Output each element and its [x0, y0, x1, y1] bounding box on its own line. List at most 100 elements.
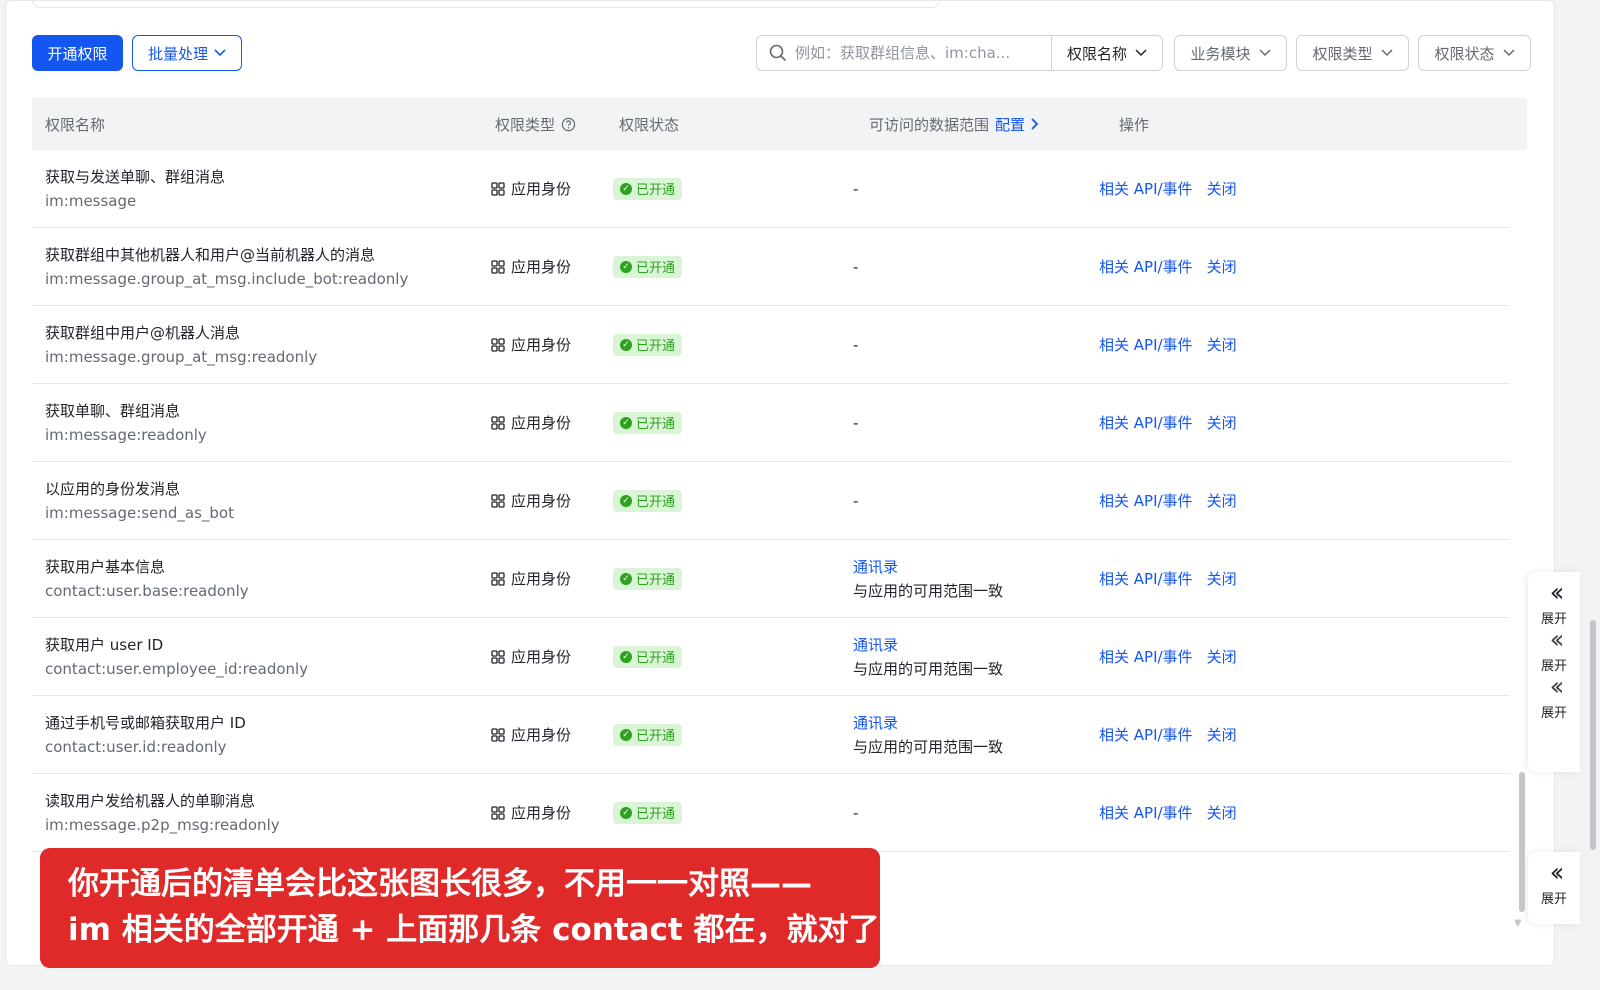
check-circle-icon: ✓ [620, 572, 632, 585]
related-api-link[interactable]: 相关 API/事件 [1099, 178, 1193, 199]
side-expand-tab-bottom[interactable]: ‹‹ 展开 [1528, 852, 1580, 924]
permission-status-cell: ✓ 已开通 [613, 384, 683, 461]
app-grid-icon [491, 181, 505, 196]
table-row: 以应用的身份发消息 im:message:send_as_bot 应用身份 ✓ 已开通 -… [32, 462, 1510, 540]
status-badge: ✓ 已开通 [613, 567, 683, 590]
permission-type-cell: 应用身份 [491, 618, 571, 695]
status-badge: ✓ 已开通 [613, 177, 683, 200]
scope-link[interactable]: 通讯录 [853, 555, 1003, 579]
page-scrollbar[interactable] [1590, 620, 1596, 850]
related-api-link[interactable]: 相关 API/事件 [1099, 334, 1193, 355]
related-api-link[interactable]: 相关 API/事件 [1099, 412, 1193, 433]
close-permission-link[interactable]: 关闭 [1207, 178, 1237, 199]
permission-search[interactable] [756, 35, 1051, 71]
chevron-right-icon [1031, 118, 1039, 130]
permission-type-cell: 应用身份 [491, 228, 571, 305]
table-row: 获取用户 user ID contact:user.employee_id:rea… [32, 618, 1510, 696]
check-circle-icon: ✓ [620, 338, 632, 351]
close-permission-link[interactable]: 关闭 [1207, 568, 1237, 589]
close-permission-link[interactable]: 关闭 [1207, 334, 1237, 355]
permission-type-cell: 应用身份 [491, 696, 571, 773]
ops-cell: 相关 API/事件 关闭 [1099, 228, 1237, 305]
search-input[interactable] [795, 44, 1025, 62]
close-permission-link[interactable]: 关闭 [1207, 802, 1237, 823]
related-api-link[interactable]: 相关 API/事件 [1099, 490, 1193, 511]
filter-business-module[interactable]: 业务模块 [1174, 35, 1287, 71]
permission-name-cell: 获取用户基本信息 contact:user.base:readonly [45, 540, 249, 617]
ops-cell: 相关 API/事件 关闭 [1099, 306, 1237, 383]
related-api-link[interactable]: 相关 API/事件 [1099, 802, 1193, 823]
app-grid-icon [491, 727, 505, 742]
related-api-link[interactable]: 相关 API/事件 [1099, 256, 1193, 277]
permission-status-cell: ✓ 已开通 [613, 618, 683, 695]
app-grid-icon [491, 415, 505, 430]
chevron-down-icon [1380, 49, 1393, 57]
permission-code: im:message.group_at_msg:readonly [45, 347, 318, 366]
close-permission-link[interactable]: 关闭 [1207, 724, 1237, 745]
permission-type: 应用身份 [511, 648, 572, 666]
table-row: 获取群组中用户@机器人消息 im:message.group_at_msg:rea… [32, 306, 1510, 384]
ops-cell: 相关 API/事件 关闭 [1099, 696, 1237, 773]
permission-status-cell: ✓ 已开通 [613, 150, 683, 227]
permission-type: 应用身份 [511, 336, 572, 354]
scope-text: - [853, 491, 859, 510]
table-row: 获取用户基本信息 contact:user.base:readonly 应用身份 ✓ 已… [32, 540, 1510, 618]
permission-type-cell: 应用身份 [491, 150, 571, 227]
close-permission-link[interactable]: 关闭 [1207, 646, 1237, 667]
permission-name: 获取用户基本信息 [45, 557, 166, 576]
permission-name: 读取用户发给机器人的单聊消息 [45, 791, 256, 810]
close-permission-link[interactable]: 关闭 [1207, 412, 1237, 433]
permission-type: 应用身份 [511, 180, 572, 198]
permission-type: 应用身份 [511, 570, 572, 588]
filter-label: 业务模块 [1190, 44, 1251, 63]
filter-permission-status[interactable]: 权限状态 [1418, 35, 1531, 71]
status-badge: ✓ 已开通 [613, 333, 683, 356]
instruction-caption: 你开通后的清单会比这张图长很多，不用一一对照—— im 相关的全部开通 + 上面… [40, 848, 880, 968]
filter-permission-type[interactable]: 权限类型 [1296, 35, 1409, 71]
permission-name-cell: 以应用的身份发消息 im:message:send_as_bot [45, 462, 234, 539]
table-row: 获取与发送单聊、群组消息 im:message 应用身份 ✓ 已开通 - 相关 API/事件… [32, 150, 1510, 228]
status-badge: ✓ 已开通 [613, 723, 683, 746]
close-permission-link[interactable]: 关闭 [1207, 256, 1237, 277]
scope-link[interactable]: 通讯录 [853, 711, 1003, 735]
chevron-down-icon [1135, 49, 1147, 57]
scope-cell: - [853, 384, 858, 461]
ops-cell: 相关 API/事件 关闭 [1099, 540, 1237, 617]
check-circle-icon: ✓ [620, 416, 632, 429]
close-permission-link[interactable]: 关闭 [1207, 490, 1237, 511]
permission-code: im:message [45, 191, 137, 210]
ops-cell: 相关 API/事件 关闭 [1099, 384, 1237, 461]
related-api-link[interactable]: 相关 API/事件 [1099, 568, 1193, 589]
filter-label: 权限名称 [1066, 44, 1127, 63]
double-chevron-left-icon: ‹‹ [1549, 578, 1565, 608]
table-scrollbar[interactable] [1519, 772, 1525, 912]
permission-type-cell: 应用身份 [491, 384, 571, 461]
scroll-down-icon[interactable]: ▼ [1514, 918, 1522, 929]
permission-name: 以应用的身份发消息 [45, 479, 181, 498]
filter-permission-name[interactable]: 权限名称 [1051, 35, 1163, 71]
scope-text: 与应用的可用范围一致 [853, 737, 1004, 756]
permission-name: 通过手机号或邮箱获取用户 ID [45, 713, 246, 732]
top-panel-edge [32, 0, 940, 8]
ops-cell: 相关 API/事件 关闭 [1099, 462, 1237, 539]
permission-name: 获取用户 user ID [45, 635, 164, 654]
scope-link[interactable]: 通讯录 [853, 633, 1003, 657]
permission-type-cell: 应用身份 [491, 540, 571, 617]
enable-permission-button[interactable]: 开通权限 [32, 35, 123, 71]
table-row: 读取用户发给机器人的单聊消息 im:message.p2p_msg:readonl… [32, 774, 1510, 852]
related-api-link[interactable]: 相关 API/事件 [1099, 646, 1193, 667]
related-api-link[interactable]: 相关 API/事件 [1099, 724, 1193, 745]
app-grid-icon [491, 337, 505, 352]
expand-label: 展开 [1540, 706, 1567, 721]
scope-text: - [853, 179, 859, 198]
ops-cell: 相关 API/事件 关闭 [1099, 150, 1237, 227]
scope-config-link[interactable]: 配置 [995, 114, 1039, 135]
help-icon[interactable] [561, 117, 576, 132]
permission-type-cell: 应用身份 [491, 774, 571, 851]
status-badge: ✓ 已开通 [613, 801, 683, 824]
permission-status-cell: ✓ 已开通 [613, 462, 683, 539]
side-expand-tab[interactable]: ‹‹ 展开 ‹‹ 展开 ‹‹ 展开 [1528, 572, 1580, 772]
permission-status-cell: ✓ 已开通 [613, 696, 683, 773]
batch-process-button[interactable]: 批量处理 [132, 35, 242, 71]
permission-type: 应用身份 [511, 804, 572, 822]
